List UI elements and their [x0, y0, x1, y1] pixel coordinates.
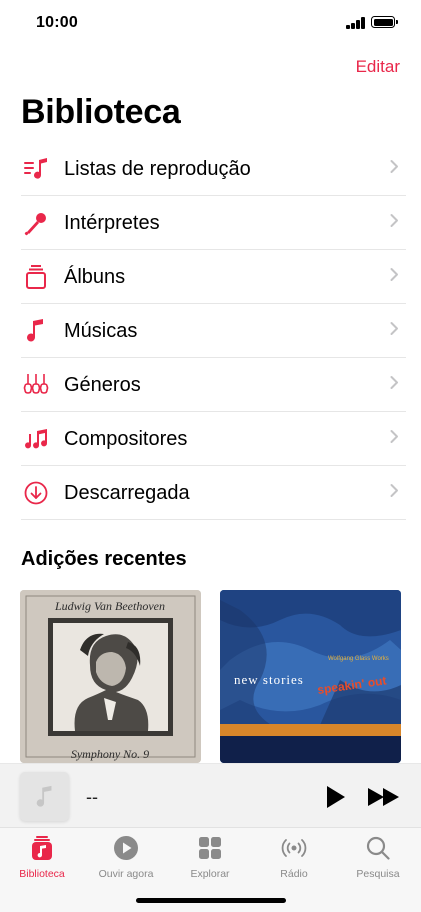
mini-player-artwork: [20, 772, 69, 821]
home-indicator: [136, 898, 286, 903]
menu-item-albums[interactable]: Álbuns: [21, 250, 421, 304]
microphone-icon: [21, 208, 51, 238]
album-cover-text-small: Wolfgang Glass Works: [328, 656, 389, 662]
tab-listen-now[interactable]: Ouvir agora: [84, 834, 168, 880]
download-circle-icon: [21, 478, 51, 508]
chevron-right-icon: [390, 430, 399, 449]
tab-browse[interactable]: Explorar: [168, 834, 252, 880]
album-cover-new-stories[interactable]: Wolfgang Glass Works new stories speakin…: [220, 590, 401, 763]
tab-search[interactable]: Pesquisa: [336, 834, 420, 880]
playlist-icon: [21, 154, 51, 184]
menu-item-label: Intérpretes: [64, 211, 160, 234]
chevron-right-icon: [390, 484, 399, 503]
play-button[interactable]: [320, 782, 350, 812]
music-note-placeholder-icon: [36, 785, 51, 807]
battery-icon: [371, 16, 398, 28]
search-icon: [366, 836, 390, 860]
menu-item-label: Músicas: [64, 319, 138, 342]
tab-radio[interactable]: Rádio: [252, 834, 336, 880]
tab-label: Rádio: [280, 868, 308, 880]
album-cover-text-top: Ludwig Van Beethoven: [54, 599, 165, 613]
menu-item-artists[interactable]: Intérpretes: [21, 196, 421, 250]
page-title: Biblioteca: [21, 93, 181, 131]
skip-forward-button[interactable]: [366, 784, 402, 810]
menu-item-composers[interactable]: Compositores: [21, 412, 421, 466]
library-icon: [32, 836, 52, 860]
library-menu: Listas de reprodução Intérpretes Álbuns …: [21, 142, 421, 520]
menu-item-label: Descarregada: [64, 481, 190, 504]
play-circle-icon: [114, 836, 138, 860]
album-stack-icon: [21, 262, 51, 292]
music-notes-icon: [21, 424, 51, 454]
chevron-right-icon: [390, 376, 399, 395]
chevron-right-icon: [390, 160, 399, 179]
radio-waves-icon: [281, 839, 307, 857]
mini-player-title: --: [86, 787, 98, 807]
mini-player[interactable]: --: [0, 763, 421, 827]
chevron-right-icon: [390, 268, 399, 287]
menu-item-label: Listas de reprodução: [64, 157, 251, 180]
tab-library[interactable]: Biblioteca: [0, 834, 84, 880]
chevron-right-icon: [390, 322, 399, 341]
guitars-icon: [21, 370, 51, 400]
menu-item-playlists[interactable]: Listas de reprodução: [21, 142, 421, 196]
fast-forward-icon: [368, 788, 399, 806]
edit-button[interactable]: Editar: [356, 57, 400, 77]
menu-item-label: Álbuns: [64, 265, 126, 288]
menu-item-songs[interactable]: Músicas: [21, 304, 421, 358]
tab-label: Pesquisa: [356, 868, 400, 880]
status-time: 10:00: [36, 14, 78, 31]
recently-added-title: Adições recentes: [21, 548, 187, 570]
menu-item-label: Géneros: [64, 373, 141, 396]
menu-item-genres[interactable]: Géneros: [21, 358, 421, 412]
tab-label: Ouvir agora: [98, 868, 154, 880]
play-icon: [327, 786, 345, 808]
music-note-icon: [21, 316, 51, 346]
browse-grid-icon: [199, 837, 221, 859]
status-bar: 10:00: [0, 0, 421, 46]
tab-label: Explorar: [190, 868, 230, 880]
menu-item-label: Compositores: [64, 427, 188, 450]
cellular-signal-icon: [346, 17, 366, 29]
album-cover-text-bottom: Symphony No. 9: [71, 747, 149, 761]
album-cover-beethoven[interactable]: Ludwig Van Beethoven Symphony No. 9: [20, 590, 201, 763]
menu-item-downloaded[interactable]: Descarregada: [21, 466, 421, 520]
chevron-right-icon: [390, 214, 399, 233]
album-cover-text-main: new stories: [234, 672, 304, 687]
tab-label: Biblioteca: [19, 868, 65, 880]
